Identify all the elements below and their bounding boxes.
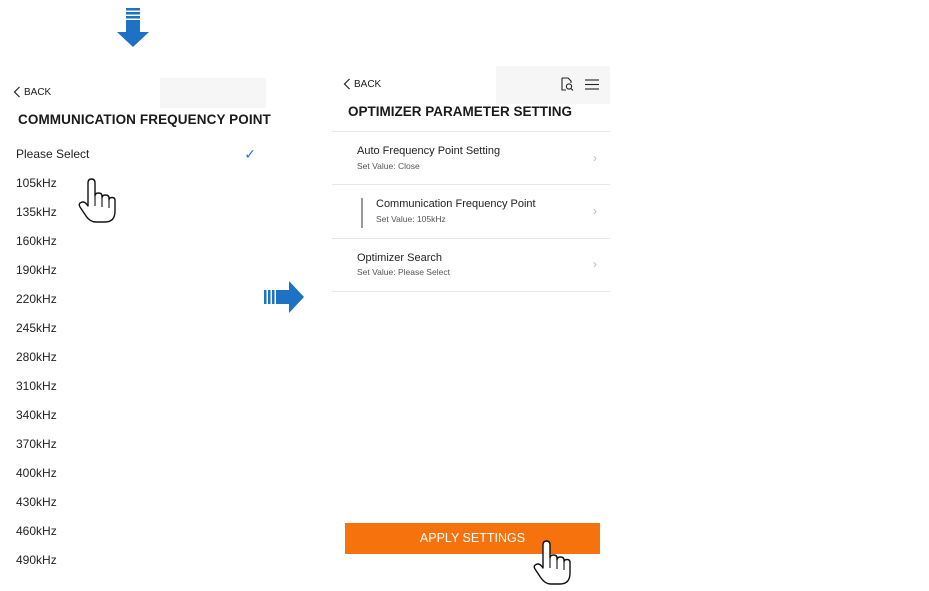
setting-title: Auto Frequency Point Setting [357,145,501,157]
list-item-label: 430kHz [16,495,57,509]
setting-value: Set Value: 105kHz [376,214,446,224]
back-label: BACK [24,86,52,98]
list-item[interactable]: 190kHz [0,256,268,285]
list-item[interactable]: 370kHz [0,430,268,459]
setting-title: Optimizer Search [357,252,442,264]
hand-pointer-icon [78,178,116,223]
setting-value: Set Value: Close [357,161,420,171]
list-item-label: 190kHz [16,263,57,277]
setting-row-auto-frequency[interactable]: Auto Frequency Point Setting Set Value: … [332,132,610,184]
page-title: COMMUNICATION FREQUENCY POINT [18,112,271,127]
list-item[interactable]: 310kHz [0,372,268,401]
list-item-label: 310kHz [16,379,57,393]
list-item-label: 105kHz [16,176,57,190]
list-item[interactable]: 280kHz [0,343,268,372]
list-item[interactable]: 220kHz [0,285,268,314]
list-item[interactable]: 400kHz [0,459,268,488]
list-item-label: 340kHz [16,408,57,422]
down-arrow-icon [117,8,149,47]
setting-value: Set Value: Please Select [357,267,450,277]
setting-title: Communication Frequency Point [376,198,536,210]
page-title: OPTIMIZER PARAMETER SETTING [348,104,573,119]
list-item-label: Please Select [16,147,90,161]
chevron-right-icon: › [593,151,597,165]
list-item-label: 160kHz [16,234,57,248]
list-item-label: 490kHz [16,553,57,567]
list-item-label: 400kHz [16,466,57,480]
list-item[interactable]: 105kHz [0,169,268,198]
divider [332,291,610,292]
back-button[interactable]: BACK [343,78,381,90]
list-item[interactable]: 460kHz [0,517,268,546]
chevron-right-icon: › [593,204,597,218]
back-label: BACK [354,78,382,90]
back-button[interactable]: BACK [13,86,51,98]
chevron-left-icon [13,86,20,98]
chevron-right-icon: › [593,257,597,271]
right-arrow-icon [264,281,304,313]
list-item-label: 280kHz [16,350,57,364]
setting-row-communication-frequency[interactable]: Communication Frequency Point Set Value:… [332,185,610,237]
list-item[interactable]: 160kHz [0,227,268,256]
list-item-please-select[interactable]: Please Select ✓ [0,140,268,169]
frequency-list: Please Select ✓ 105kHz 135kHz 160kHz 190… [0,140,268,575]
list-item-label: 220kHz [16,292,57,306]
setting-row-optimizer-search[interactable]: Optimizer Search Set Value: Please Selec… [332,239,610,291]
list-item-label: 370kHz [16,437,57,451]
list-item[interactable]: 135kHz [0,198,268,227]
list-item[interactable]: 340kHz [0,401,268,430]
search-document-icon[interactable] [560,77,574,91]
menu-icon[interactable] [585,79,599,90]
list-item-label: 245kHz [16,321,57,335]
checkmark-icon: ✓ [244,146,256,162]
list-item[interactable]: 430kHz [0,488,268,517]
list-item-label: 460kHz [16,524,57,538]
list-item-label: 135kHz [16,205,57,219]
chevron-left-icon [343,78,350,90]
header-shade [160,78,266,108]
list-item[interactable]: 490kHz [0,546,268,575]
list-item[interactable]: 245kHz [0,314,268,343]
hand-pointer-icon [533,540,571,585]
